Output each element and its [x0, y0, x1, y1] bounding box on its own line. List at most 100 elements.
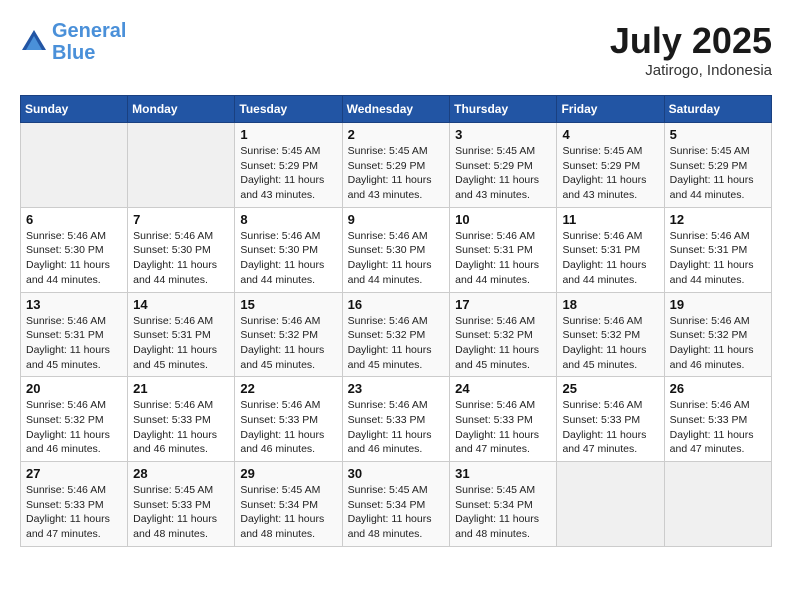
calendar-cell: 5Sunrise: 5:45 AM Sunset: 5:29 PM Daylig… — [664, 123, 771, 208]
day-info: Sunrise: 5:45 AM Sunset: 5:29 PM Dayligh… — [348, 144, 445, 203]
day-info: Sunrise: 5:46 AM Sunset: 5:30 PM Dayligh… — [133, 229, 229, 288]
calendar-cell: 6 Sunrise: 5:46 AM Sunset: 5:30 PM Daylig… — [21, 207, 128, 292]
day-info: Sunrise: 5:46 AM Sunset: 5:32 PM Dayligh… — [455, 314, 551, 373]
logo-icon — [20, 28, 48, 56]
month-title: July 2025 — [610, 20, 772, 62]
calendar-cell: 16 Sunrise: 5:46 AM Sunset: 5:32 PM Dayli… — [342, 292, 450, 377]
day-number: 17 — [455, 297, 551, 312]
calendar-cell: 21Sunrise: 5:46 AM Sunset: 5:33 PM Dayli… — [128, 377, 235, 462]
calendar-cell: 8 Sunrise: 5:46 AM Sunset: 5:30 PM Daylig… — [235, 207, 342, 292]
calendar-cell: 3 Sunrise: 5:45 AM Sunset: 5:29 PM Daylig… — [450, 123, 557, 208]
day-number: 4 — [562, 127, 658, 142]
calendar-table: SundayMondayTuesdayWednesdayThursdayFrid… — [20, 95, 772, 547]
page-header: General Blue July 2025 Jatirogo, Indones… — [20, 20, 772, 79]
day-info: Sunrise: 5:46 AM Sunset: 5:33 PM Dayligh… — [240, 398, 336, 457]
calendar-cell — [557, 462, 664, 547]
day-number: 15 — [240, 297, 336, 312]
day-info: Sunrise: 5:46 AM Sunset: 5:33 PM Dayligh… — [455, 398, 551, 457]
day-number: 26 — [670, 381, 766, 396]
day-number: 2 — [348, 127, 445, 142]
day-info: Sunrise: 5:46 AM Sunset: 5:33 PM Dayligh… — [670, 398, 766, 457]
week-row-4: 20 Sunrise: 5:46 AM Sunset: 5:32 PM Dayli… — [21, 377, 772, 462]
day-number: 7 — [133, 212, 229, 227]
header-monday: Monday — [128, 96, 235, 123]
day-info: Sunrise: 5:46 AM Sunset: 5:31 PM Dayligh… — [562, 229, 658, 288]
logo: General Blue — [20, 20, 126, 64]
calendar-cell: 31 Sunrise: 5:45 AM Sunset: 5:34 PM Dayli… — [450, 462, 557, 547]
calendar-cell: 7 Sunrise: 5:46 AM Sunset: 5:30 PM Daylig… — [128, 207, 235, 292]
calendar-cell: 20 Sunrise: 5:46 AM Sunset: 5:32 PM Dayli… — [21, 377, 128, 462]
calendar-cell: 2 Sunrise: 5:45 AM Sunset: 5:29 PM Daylig… — [342, 123, 450, 208]
day-number: 6 — [26, 212, 122, 227]
week-row-1: 1 Sunrise: 5:45 AM Sunset: 5:29 PM Daylig… — [21, 123, 772, 208]
day-number: 28 — [133, 466, 229, 481]
day-number: 1 — [240, 127, 336, 142]
day-info: Sunrise: 5:46 AM Sunset: 5:31 PM Dayligh… — [26, 314, 122, 373]
day-number: 25 — [562, 381, 658, 396]
day-number: 12 — [670, 212, 766, 227]
day-number: 10 — [455, 212, 551, 227]
day-number: 27 — [26, 466, 122, 481]
calendar-cell: 14 Sunrise: 5:46 AM Sunset: 5:31 PM Dayli… — [128, 292, 235, 377]
day-number: 29 — [240, 466, 336, 481]
calendar-cell: 22 Sunrise: 5:46 AM Sunset: 5:33 PM Dayli… — [235, 377, 342, 462]
day-number: 3 — [455, 127, 551, 142]
day-number: 8 — [240, 212, 336, 227]
calendar-cell: 29Sunrise: 5:45 AM Sunset: 5:34 PM Dayli… — [235, 462, 342, 547]
day-number: 24 — [455, 381, 551, 396]
calendar-cell: 1Sunrise: 5:45 AM Sunset: 5:29 PM Daylig… — [235, 123, 342, 208]
calendar-cell: 23 Sunrise: 5:46 AM Sunset: 5:33 PM Dayli… — [342, 377, 450, 462]
day-info: Sunrise: 5:46 AM Sunset: 5:30 PM Dayligh… — [26, 229, 122, 288]
day-info: Sunrise: 5:46 AM Sunset: 5:30 PM Dayligh… — [240, 229, 336, 288]
title-block: July 2025 Jatirogo, Indonesia — [610, 20, 772, 79]
day-number: 21 — [133, 381, 229, 396]
day-info: Sunrise: 5:46 AM Sunset: 5:31 PM Dayligh… — [455, 229, 551, 288]
week-row-2: 6 Sunrise: 5:46 AM Sunset: 5:30 PM Daylig… — [21, 207, 772, 292]
calendar-cell: 26 Sunrise: 5:46 AM Sunset: 5:33 PM Dayli… — [664, 377, 771, 462]
calendar-cell — [664, 462, 771, 547]
day-info: Sunrise: 5:46 AM Sunset: 5:32 PM Dayligh… — [240, 314, 336, 373]
location-subtitle: Jatirogo, Indonesia — [610, 62, 772, 79]
logo-text: General Blue — [52, 20, 126, 64]
day-number: 31 — [455, 466, 551, 481]
calendar-cell: 25 Sunrise: 5:46 AM Sunset: 5:33 PM Dayli… — [557, 377, 664, 462]
day-number: 14 — [133, 297, 229, 312]
day-info: Sunrise: 5:46 AM Sunset: 5:32 PM Dayligh… — [670, 314, 766, 373]
day-info: Sunrise: 5:46 AM Sunset: 5:32 PM Dayligh… — [26, 398, 122, 457]
day-number: 13 — [26, 297, 122, 312]
header-saturday: Saturday — [664, 96, 771, 123]
day-number: 23 — [348, 381, 445, 396]
header-wednesday: Wednesday — [342, 96, 450, 123]
calendar-cell: 12 Sunrise: 5:46 AM Sunset: 5:31 PM Dayli… — [664, 207, 771, 292]
day-number: 9 — [348, 212, 445, 227]
day-info: Sunrise: 5:46 AM Sunset: 5:32 PM Dayligh… — [348, 314, 445, 373]
calendar-cell: 9Sunrise: 5:46 AM Sunset: 5:30 PM Daylig… — [342, 207, 450, 292]
calendar-cell: 10 Sunrise: 5:46 AM Sunset: 5:31 PM Dayli… — [450, 207, 557, 292]
week-row-3: 13 Sunrise: 5:46 AM Sunset: 5:31 PM Dayli… — [21, 292, 772, 377]
header-sunday: Sunday — [21, 96, 128, 123]
calendar-cell: 19 Sunrise: 5:46 AM Sunset: 5:32 PM Dayli… — [664, 292, 771, 377]
day-info: Sunrise: 5:45 AM Sunset: 5:29 PM Dayligh… — [670, 144, 766, 203]
day-info: Sunrise: 5:46 AM Sunset: 5:33 PM Dayligh… — [348, 398, 445, 457]
header-row: SundayMondayTuesdayWednesdayThursdayFrid… — [21, 96, 772, 123]
calendar-cell — [128, 123, 235, 208]
day-number: 20 — [26, 381, 122, 396]
day-number: 19 — [670, 297, 766, 312]
calendar-cell: 15 Sunrise: 5:46 AM Sunset: 5:32 PM Dayli… — [235, 292, 342, 377]
calendar-cell: 17 Sunrise: 5:46 AM Sunset: 5:32 PM Dayli… — [450, 292, 557, 377]
day-info: Sunrise: 5:46 AM Sunset: 5:33 PM Dayligh… — [562, 398, 658, 457]
day-number: 22 — [240, 381, 336, 396]
day-info: Sunrise: 5:46 AM Sunset: 5:32 PM Dayligh… — [562, 314, 658, 373]
day-info: Sunrise: 5:45 AM Sunset: 5:34 PM Dayligh… — [455, 483, 551, 542]
day-info: Sunrise: 5:46 AM Sunset: 5:33 PM Dayligh… — [26, 483, 122, 542]
day-info: Sunrise: 5:45 AM Sunset: 5:34 PM Dayligh… — [348, 483, 445, 542]
day-info: Sunrise: 5:45 AM Sunset: 5:29 PM Dayligh… — [455, 144, 551, 203]
calendar-cell: 18Sunrise: 5:46 AM Sunset: 5:32 PM Dayli… — [557, 292, 664, 377]
calendar-cell: 4Sunrise: 5:45 AM Sunset: 5:29 PM Daylig… — [557, 123, 664, 208]
day-number: 16 — [348, 297, 445, 312]
day-info: Sunrise: 5:46 AM Sunset: 5:31 PM Dayligh… — [133, 314, 229, 373]
calendar-cell: 11Sunrise: 5:46 AM Sunset: 5:31 PM Dayli… — [557, 207, 664, 292]
day-info: Sunrise: 5:46 AM Sunset: 5:31 PM Dayligh… — [670, 229, 766, 288]
header-thursday: Thursday — [450, 96, 557, 123]
calendar-cell: 27 Sunrise: 5:46 AM Sunset: 5:33 PM Dayli… — [21, 462, 128, 547]
